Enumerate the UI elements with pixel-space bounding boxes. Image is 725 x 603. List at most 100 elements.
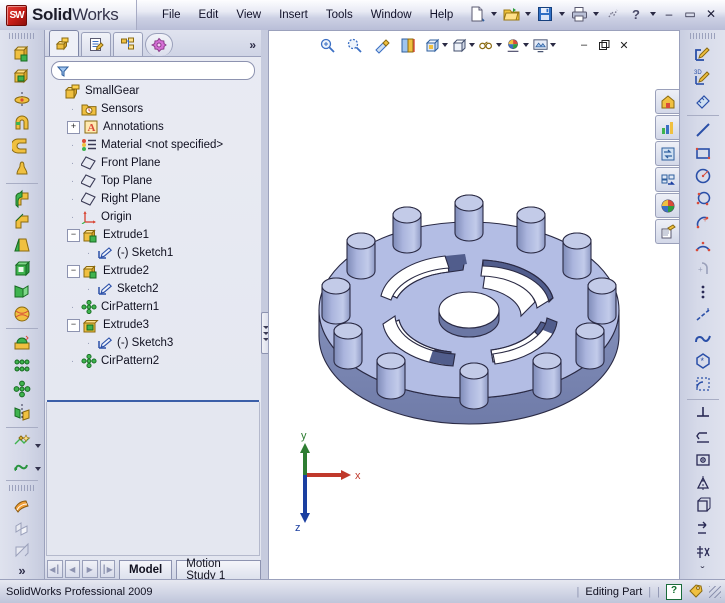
model-stage[interactable]: x y z [269,59,679,581]
display-style-icon[interactable] [451,34,475,56]
trim-entities-icon[interactable] [689,402,717,425]
point-icon[interactable] [689,280,717,303]
tree-item-sketch1[interactable]: · (-) Sketch1 [51,244,261,262]
line-icon[interactable] [689,119,717,142]
sketch-toolbar-grip[interactable] [689,33,716,40]
offset-entities-icon[interactable] [689,449,717,472]
resize-grip[interactable] [709,585,721,598]
tab-model[interactable]: Model [119,559,173,579]
print-dropdown-caret[interactable] [593,12,599,16]
tree-item-annotations[interactable]: + A Annotations [51,118,261,136]
sketch-icon[interactable] [689,42,717,65]
centerline-icon[interactable] [689,303,717,326]
previous-view-icon[interactable] [370,34,394,56]
wrap-icon[interactable] [8,302,36,325]
curves-dropdown-caret[interactable] [35,466,41,471]
apply-scene-icon[interactable] [505,34,529,56]
view-orientation-dropdown-caret[interactable] [441,43,448,47]
status-help-icon[interactable]: ? [666,583,682,600]
file-explorer-tab[interactable] [655,141,679,166]
open-document-icon[interactable] [500,3,522,25]
solidworks-resources-tab[interactable] [655,89,679,114]
dome-icon[interactable] [8,332,36,355]
menu-help[interactable]: Help [421,6,463,24]
menu-file[interactable]: File [153,6,190,24]
design-library-tab[interactable] [655,115,679,140]
first-config-button[interactable]: ◀┃ [47,560,63,578]
tangent-arc-icon[interactable]: + [689,257,717,280]
open-document-dropdown-caret[interactable] [525,12,531,16]
mirror-icon[interactable] [8,401,36,424]
curves-icon[interactable] [8,454,41,477]
tree-item-extrude1[interactable]: − Extrude1 [51,226,261,244]
fillet-icon[interactable] [8,187,36,210]
3d-sketch-icon[interactable]: 3D [689,66,717,89]
doc-close-button[interactable]: ✕ [616,37,633,53]
lofted-boss-base-icon[interactable] [8,134,36,157]
boundary-boss-base-icon[interactable] [8,157,36,180]
hide-show-dropdown-caret[interactable] [495,43,502,47]
help-icon[interactable]: ? [625,3,647,25]
circular-pattern-icon[interactable] [8,378,36,401]
3point-arc-icon[interactable] [689,234,717,257]
shell-icon[interactable] [8,256,36,279]
search-panel-tab[interactable] [655,167,679,192]
prev-config-button[interactable]: ◀ [64,560,80,578]
view-settings-dropdown-caret[interactable] [549,43,556,47]
zoom-to-fit-icon[interactable] [316,34,340,56]
apply-scene-dropdown-caret[interactable] [522,43,529,47]
intersect-icon[interactable] [8,540,36,563]
feature-manager-more-tabs-icon[interactable]: » [249,38,256,52]
appearances-scenes-tab[interactable] [655,219,679,244]
save-dropdown-caret[interactable] [559,12,565,16]
minimize-button[interactable]: – [659,5,679,23]
tree-item-sketch3[interactable]: · (-) Sketch3 [51,334,261,352]
tree-item-smallgear[interactable]: SmallGear [51,82,261,100]
tree-expander[interactable]: + [67,120,80,134]
view-settings-icon[interactable] [532,34,556,56]
move-entities-icon[interactable] [689,518,717,541]
revolved-boss-base-icon[interactable] [8,88,36,111]
close-button[interactable]: ✕ [701,5,721,23]
dimxpert-manager-tab[interactable] [145,33,173,56]
view-palette-tab[interactable] [655,193,679,218]
reference-geometry-icon[interactable] [8,431,41,454]
circle-icon[interactable] [689,165,717,188]
last-config-button[interactable]: ┃▶ [99,560,115,578]
mirror-entities-icon[interactable] [689,472,717,495]
save-icon[interactable] [534,3,556,25]
menu-window[interactable]: Window [362,6,421,24]
tree-item-front-plane[interactable]: · Front Plane [51,154,261,172]
section-view-icon[interactable] [397,34,421,56]
graphics-viewport[interactable]: – ✕ x y z [268,30,680,582]
linear-pattern-icon[interactable] [8,355,36,378]
reference-geometry-dropdown-caret[interactable] [35,443,41,448]
swept-boss-base-icon[interactable] [8,111,36,134]
rib-icon[interactable] [8,279,36,302]
new-document-dropdown-caret[interactable] [491,12,497,16]
polygon-icon[interactable]: * [689,349,717,372]
display-delete-relations-icon[interactable] [689,541,717,564]
spline-icon[interactable] [689,326,717,349]
tree-expander[interactable]: − [67,264,80,278]
doc-minimize-button[interactable]: – [576,37,593,53]
perimeter-circle-icon[interactable] [689,188,717,211]
tree-item-origin[interactable]: · Origin [51,208,261,226]
tree-expander[interactable]: − [67,318,80,332]
feature-tree-filter[interactable] [51,61,255,80]
smart-dimension-icon[interactable] [689,89,717,112]
toolbar-grip-2[interactable] [9,484,35,491]
panel-splitter[interactable] [261,30,268,580]
tree-item-cirpattern2[interactable]: · CirPattern2 [51,352,261,370]
toolbar-grip[interactable] [9,33,35,40]
chamfer-icon[interactable] [8,210,36,233]
draft-icon[interactable] [8,233,36,256]
linear-sketch-pattern-icon[interactable] [689,495,717,518]
print-icon[interactable] [568,3,590,25]
help-dropdown-caret[interactable] [650,12,656,16]
tree-item-top-plane[interactable]: · Top Plane [51,172,261,190]
gear-model-3d[interactable]: x y z [269,59,679,581]
display-style-dropdown-caret[interactable] [468,43,475,47]
convert-entities-icon[interactable] [689,426,717,449]
extruded-cut-icon[interactable] [8,65,36,88]
